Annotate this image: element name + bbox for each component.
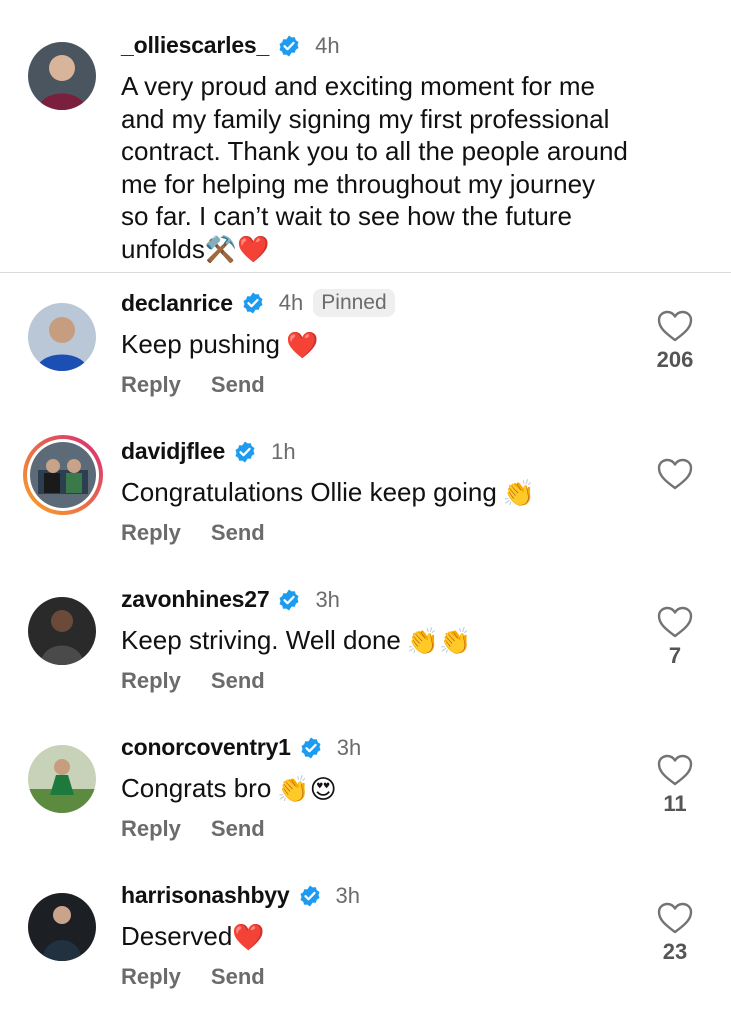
commenter-username[interactable]: conorcoventry1 <box>121 734 291 761</box>
heart-outline-icon[interactable] <box>656 457 694 491</box>
verified-badge-icon <box>298 884 322 908</box>
send-button[interactable]: Send <box>211 520 265 546</box>
like-count: 11 <box>663 791 687 816</box>
send-button[interactable]: Send <box>211 372 265 398</box>
comment-text: Keep striving. Well done 👏👏 <box>121 625 472 656</box>
clapping-heart-eyes-emoji: 👏😍 <box>277 773 337 804</box>
caption-username[interactable]: _olliescarles_ <box>121 32 269 59</box>
caption-text: A very proud and exciting moment for me … <box>121 70 681 265</box>
comment-body: Congratulations Ollie keep going <box>121 477 497 507</box>
reply-button[interactable]: Reply <box>121 668 181 694</box>
reply-button[interactable]: Reply <box>121 372 181 398</box>
clapping-emoji: 👏👏 <box>406 625 472 656</box>
comment-text: Keep pushing ❤️ <box>121 329 318 360</box>
like-count: 7 <box>668 643 682 668</box>
verified-badge-icon <box>299 736 323 760</box>
verified-badge-icon <box>241 291 265 315</box>
comment-row: declanrice 4h Pinned Keep pushing ❤️ Rep… <box>0 273 731 421</box>
commenter-avatar[interactable] <box>28 303 96 371</box>
heart-emoji: ❤️ <box>232 921 265 952</box>
heart-outline-icon[interactable] <box>656 605 694 639</box>
heart-outline-icon[interactable] <box>656 309 694 343</box>
send-button[interactable]: Send <box>211 964 265 990</box>
reply-button[interactable]: Reply <box>121 964 181 990</box>
reply-button[interactable]: Reply <box>121 816 181 842</box>
comment-text: Congratulations Ollie keep going 👏 <box>121 477 535 508</box>
commenter-username[interactable]: zavonhines27 <box>121 586 270 613</box>
comment-time: 3h <box>315 586 340 612</box>
commenter-avatar[interactable] <box>28 745 96 813</box>
comment-text: Congrats bro 👏😍 <box>121 773 337 804</box>
pinned-badge: Pinned <box>313 289 395 317</box>
send-button[interactable]: Send <box>211 668 265 694</box>
comment-time: 3h <box>335 882 360 908</box>
comment-row: harrisonashbyy 3h Deserved ❤️ Reply Send… <box>0 865 731 1013</box>
like-count: 23 <box>662 939 688 964</box>
commenter-username[interactable]: harrisonashbyy <box>121 882 290 909</box>
hammers-heart-emoji: ⚒️❤️ <box>204 233 270 264</box>
comment-row: zavonhines27 3h Keep striving. Well done… <box>0 569 731 717</box>
comment-text: Deserved ❤️ <box>121 921 265 952</box>
verified-badge-icon <box>277 588 301 612</box>
send-button[interactable]: Send <box>211 816 265 842</box>
caption-time: 4h <box>315 32 340 58</box>
heart-emoji: ❤️ <box>286 329 319 360</box>
comment-time: 3h <box>336 734 362 760</box>
reply-button[interactable]: Reply <box>121 520 181 546</box>
comment-body: Keep striving. Well done <box>121 625 401 655</box>
commenter-avatar[interactable] <box>28 893 96 961</box>
comment-time: 1h <box>271 438 296 464</box>
commenter-username[interactable]: davidjflee <box>121 438 225 465</box>
comment-body: Keep pushing <box>121 329 281 359</box>
comment-body: Deserved <box>121 921 233 951</box>
clapping-emoji: 👏 <box>502 477 536 508</box>
heart-outline-icon[interactable] <box>656 901 694 935</box>
comment-row: davidjflee 1h Congratulations Ollie keep… <box>0 421 731 569</box>
commenter-avatar-story-ring[interactable] <box>23 435 103 515</box>
comment-time: 4h <box>278 290 304 315</box>
commenter-avatar[interactable] <box>28 597 96 665</box>
comment-body: Congrats bro <box>121 773 272 803</box>
comment-row: conorcoventry1 3h Congrats bro 👏😍 Reply … <box>0 717 731 865</box>
heart-outline-icon[interactable] <box>656 753 694 787</box>
commenter-username[interactable]: declanrice <box>121 290 233 317</box>
caption-body: A very proud and exciting moment for me … <box>121 71 628 264</box>
caption-author-avatar[interactable] <box>28 42 96 110</box>
verified-badge-icon <box>277 34 301 58</box>
post-caption: _olliescarles_ 4h A very proud and excit… <box>0 0 731 272</box>
verified-badge-icon <box>233 440 257 464</box>
like-count: 206 <box>656 347 694 372</box>
